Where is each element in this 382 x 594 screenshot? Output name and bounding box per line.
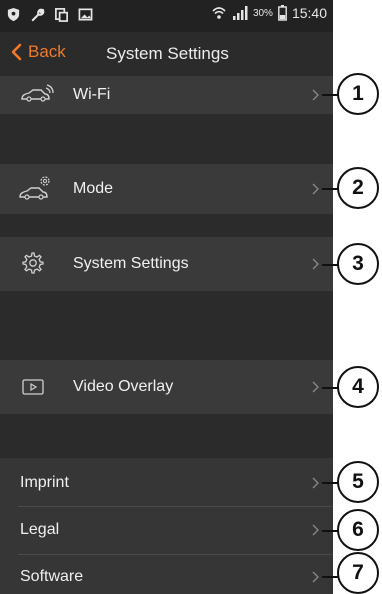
menu-item-video-overlay[interactable]: Video Overlay — [0, 360, 333, 414]
back-label: Back — [28, 42, 66, 61]
menu-item-legal[interactable]: Legal — [0, 507, 333, 554]
chevron-right-icon — [312, 258, 319, 270]
status-bar: 30% 15:40 — [0, 0, 333, 32]
callout-badge: 6 — [337, 509, 379, 551]
video-overlay-icon — [22, 379, 44, 395]
copy-icon — [55, 8, 68, 22]
shield-icon — [7, 7, 20, 22]
chevron-right-icon — [312, 89, 319, 101]
callout-badge: 3 — [337, 243, 379, 285]
clock: 15:40 — [291, 5, 327, 21]
battery-icon — [278, 5, 287, 21]
car-wifi-icon — [21, 84, 54, 102]
menu-item-label: Wi-Fi — [73, 86, 111, 103]
menu-item-software[interactable]: Software — [0, 555, 333, 594]
menu-item-label: Video Overlay — [73, 378, 174, 395]
wrench-icon — [31, 8, 45, 22]
menu-item-label: Mode — [73, 180, 114, 197]
phone-screen: 30% 15:40 Back System Settings Wi-Fi Mod… — [0, 0, 333, 594]
gear-icon — [22, 252, 44, 274]
menu-item-mode[interactable]: Mode — [0, 164, 333, 214]
menu-item-wifi[interactable]: Wi-Fi — [0, 76, 333, 114]
chevron-right-icon — [312, 524, 319, 536]
chevron-left-icon — [11, 43, 22, 61]
chevron-right-icon — [312, 571, 319, 583]
back-button[interactable]: Back — [10, 42, 66, 62]
chevron-right-icon — [312, 477, 319, 489]
callout-badge: 1 — [337, 73, 379, 115]
chevron-right-icon — [312, 381, 319, 393]
menu-item-label: Software — [20, 568, 84, 585]
callout-badge: 5 — [337, 461, 379, 503]
menu-item-label: Legal — [20, 521, 60, 538]
menu-item-system-settings[interactable]: System Settings — [0, 237, 333, 291]
battery-percent: 30% — [252, 7, 273, 19]
image-icon — [78, 8, 93, 21]
callout-badge: 4 — [337, 366, 379, 408]
callout-badge: 7 — [337, 552, 379, 594]
nav-bar: Back System Settings — [0, 32, 333, 76]
page-title: System Settings — [106, 44, 229, 63]
menu-item-label: System Settings — [73, 255, 189, 272]
signal-icon — [232, 6, 248, 20]
callout-badge: 2 — [337, 167, 379, 209]
menu-item-label: Imprint — [20, 474, 69, 491]
wifi-icon — [212, 7, 226, 19]
car-gear-icon — [19, 176, 50, 200]
menu-item-imprint[interactable]: Imprint — [0, 458, 333, 506]
chevron-right-icon — [312, 183, 319, 195]
